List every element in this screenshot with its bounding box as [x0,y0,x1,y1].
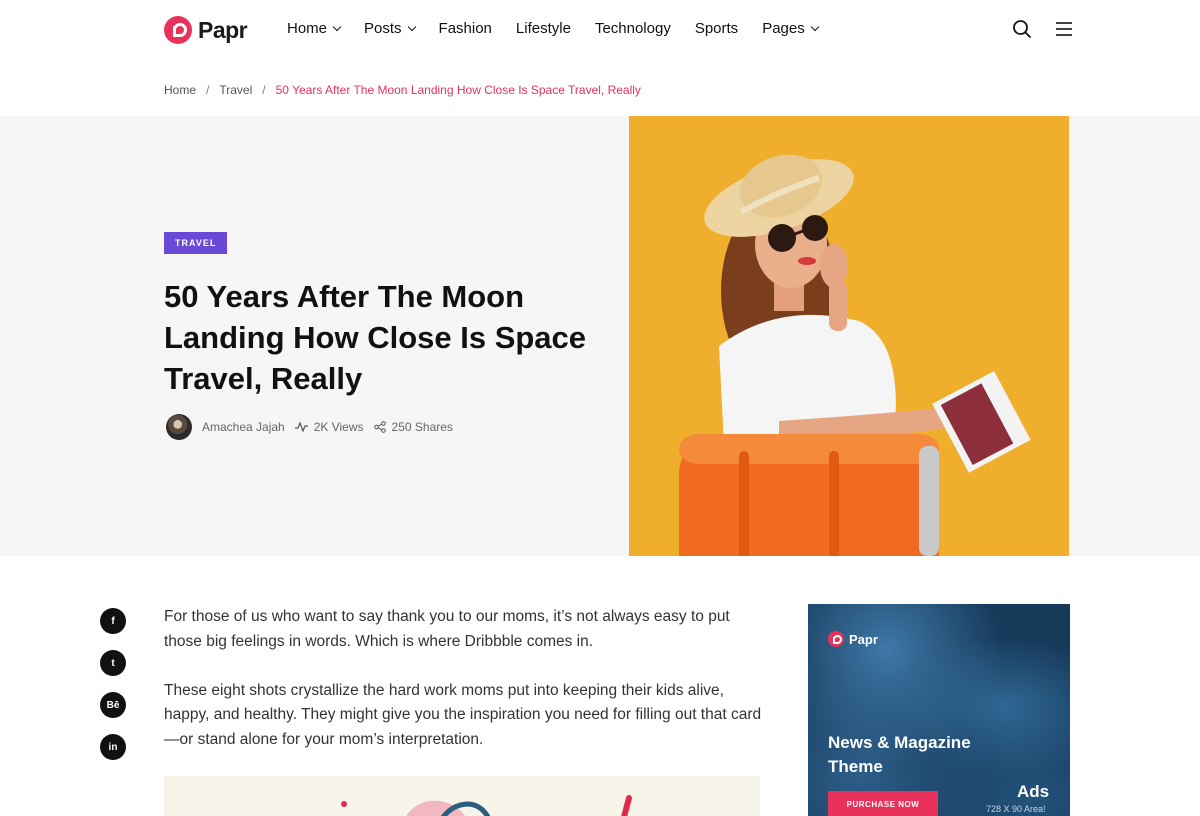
share-icon [373,421,386,433]
author-avatar[interactable] [166,414,192,440]
article-paragraph: For those of us who want to say thank yo… [164,608,730,650]
main-nav: Home Posts Fashion Lifestyle Technology … [287,20,819,37]
nav-label: Fashion [438,20,492,37]
chevron-down-icon [407,22,416,32]
nav-label: Pages [762,20,805,37]
ad-size: 728 X 90 Area! [986,804,1046,814]
ad-logo: Papr [828,631,878,647]
chevron-down-icon [332,22,342,32]
breadcrumb-separator: / [262,83,266,97]
nav-item-pages[interactable]: Pages [762,20,819,37]
breadcrumb-category[interactable]: Travel [219,83,252,97]
chevron-down-icon [810,22,819,32]
breadcrumb-current: 50 Years After The Moon Landing How Clos… [275,83,641,97]
social-share-bar: f t Bē in [100,608,126,760]
site-logo[interactable]: Papr [164,16,248,44]
activity-icon [294,421,308,433]
nav-label: Technology [594,20,671,37]
twitter-icon[interactable]: t [100,650,126,676]
post-meta: Amachea Jajah 2K Views 250 Shares [166,414,453,440]
breadcrumb-home[interactable]: Home [164,83,196,97]
nav-item-lifestyle[interactable]: Lifestyle [516,20,571,37]
nav-label: Home [287,20,328,37]
ad-logo-text: Papr [849,631,878,647]
nav-label: Lifestyle [515,20,571,37]
nav-item-technology[interactable]: Technology [595,20,671,37]
post-title: 50 Years After The Moon Landing How Clos… [164,279,587,396]
views-count: 2K Views [313,420,364,434]
menu-icon[interactable] [1054,19,1074,39]
ad-title: News & Magazine Theme [828,733,971,776]
sidebar-ad-banner[interactable]: Papr News & Magazine Theme Ads 728 X 90 … [808,604,1070,816]
views-meta: 2K Views [294,420,364,434]
nav-label: Sports [694,20,739,37]
nav-label: Posts [364,20,402,37]
nav-item-sports[interactable]: Sports [695,20,738,37]
logo-text: Papr [198,16,248,43]
nav-item-posts[interactable]: Posts [364,20,416,37]
linkedin-icon[interactable]: in [100,734,126,760]
shares-meta: 250 Shares [373,420,453,434]
site-header: Papr Home Posts Fashion Lifestyle Techno… [0,0,1200,62]
purchase-now-button[interactable]: PURCHASE NOW [828,791,938,816]
article-illustration [341,795,632,816]
header-actions [1012,19,1074,39]
category-badge[interactable]: TRAVEL [164,232,228,254]
logo-mark-icon [828,631,844,647]
article-paragraph: These eight shots crystallize the hard w… [164,681,762,748]
woman-with-suitcase-illustration [679,154,1031,556]
nav-item-fashion[interactable]: Fashion [439,20,492,37]
author-name[interactable]: Amachea Jajah [202,420,285,434]
breadcrumb-separator: / [206,83,210,97]
search-icon[interactable] [1012,19,1032,39]
hero-image [629,116,1069,556]
breadcrumb: Home / Travel / 50 Years After The Moon … [164,83,641,97]
article-body: For those of us who want to say thank yo… [164,605,764,777]
behance-icon[interactable]: Bē [100,692,126,718]
article-image [164,776,760,816]
logo-mark-icon [164,16,192,44]
shares-count: 250 Shares [391,420,453,434]
facebook-icon[interactable]: f [100,608,126,634]
nav-item-home[interactable]: Home [287,20,342,37]
ad-label: Ads [1017,782,1050,801]
